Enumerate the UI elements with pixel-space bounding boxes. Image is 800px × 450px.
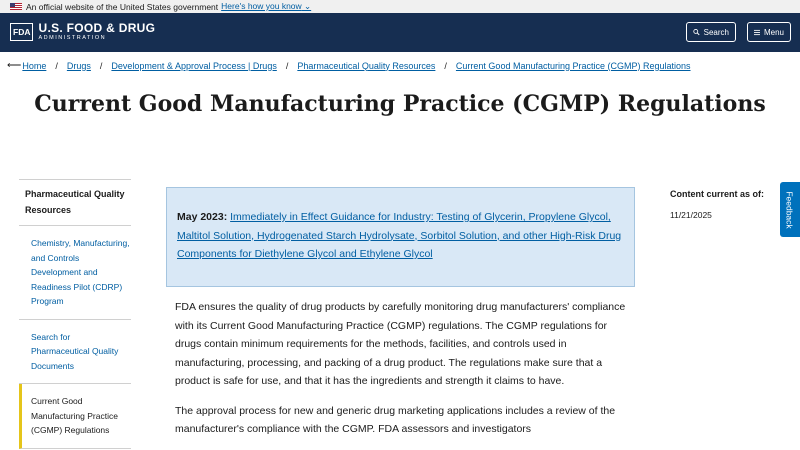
alert-box: May 2023: Immediately in Effect Guidance… [166, 187, 635, 287]
main-content: FDA ensures the quality of drug products… [175, 298, 635, 450]
breadcrumb-home[interactable]: Home [22, 61, 46, 71]
menu-label: Menu [763, 27, 784, 37]
search-icon [693, 29, 700, 36]
sidenav-item-cgmp-regulations[interactable]: Current Good Manufacturing Practice (CGM… [19, 384, 131, 449]
site-header: FDA U.S. FOOD & DRUG ADMINISTRATION Sear… [0, 13, 800, 52]
fda-logo[interactable]: FDA U.S. FOOD & DRUG ADMINISTRATION [10, 22, 155, 42]
gov-banner: An official website of the United States… [0, 0, 800, 13]
content-current-label: Content current as of: [670, 189, 765, 199]
feedback-label: Feedback [785, 190, 795, 229]
sidenav-heading[interactable]: Pharmaceutical Quality Resources [19, 179, 131, 226]
menu-icon [754, 29, 760, 35]
chevron-down-icon: ⌄ [301, 1, 312, 11]
gov-banner-text: An official website of the United States… [26, 1, 219, 12]
content-paragraph: The approval process for new and generic… [175, 404, 616, 436]
sidenav-item-search-documents[interactable]: Search for Pharmaceutical Quality Docume… [19, 320, 131, 384]
heres-how-you-know-link[interactable]: Here's how you know ⌄ [221, 1, 311, 12]
breadcrumb-drugs[interactable]: Drugs [67, 61, 91, 71]
search-label: Search [703, 27, 729, 37]
section-sidenav: Pharmaceutical Quality Resources Chemist… [19, 179, 131, 449]
breadcrumb: ⟵ Home / Drugs / Development & Approval … [7, 60, 691, 71]
breadcrumb-pharmaceutical-quality[interactable]: Pharmaceutical Quality Resources [297, 61, 435, 71]
logo-title: U.S. FOOD & DRUG [38, 21, 156, 35]
page-title: Current Good Manufacturing Practice (CGM… [34, 91, 766, 117]
content-paragraph: FDA ensures the quality of drug products… [175, 301, 626, 387]
content-current-meta: Content current as of: 11/21/2025 [670, 186, 770, 220]
logo-subtitle: ADMINISTRATION [38, 35, 107, 41]
search-button[interactable]: Search [686, 22, 736, 42]
us-flag-icon [10, 3, 22, 10]
back-arrow-icon: ⟵ [7, 60, 22, 71]
alert-label: May 2023: [177, 211, 228, 223]
breadcrumb-development-approval[interactable]: Development & Approval Process | Drugs [111, 61, 276, 71]
feedback-button[interactable]: Feedback [780, 182, 800, 237]
breadcrumb-cgmp-regulations[interactable]: Current Good Manufacturing Practice (CGM… [456, 61, 691, 71]
content-current-date: 11/21/2025 [670, 210, 712, 220]
alert-guidance-link[interactable]: Immediately in Effect Guidance for Indus… [177, 211, 621, 260]
sidenav-item-cdrp-program[interactable]: Chemistry, Manufacturing, and Controls D… [19, 226, 131, 320]
fda-logo-box: FDA [10, 23, 34, 41]
menu-button[interactable]: Menu [747, 22, 791, 42]
